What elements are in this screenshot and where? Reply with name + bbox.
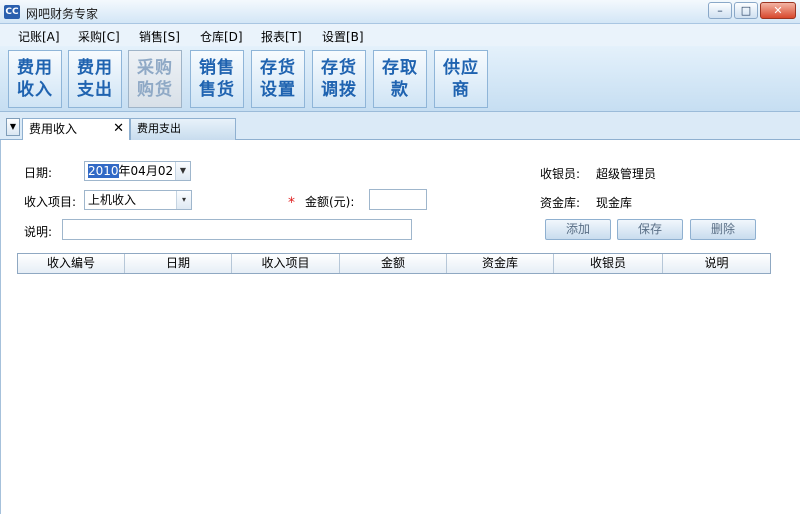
vault-label: 资金库: (540, 196, 581, 210)
tab-strip: ▼ 费用收入 ✕ 费用支出 (0, 112, 800, 141)
toolbar-supplier-button[interactable]: 供应 商 (434, 50, 488, 108)
content-panel: 日期: 2010年04月02日 ▼ 收入项目: 上机收入 ▾ * 金额(元): … (0, 140, 800, 514)
toolbar-label-line2: 商 (452, 80, 470, 100)
toolbar-label-line1: 存货 (321, 58, 357, 78)
minimize-button[interactable]: – (708, 2, 732, 19)
maximize-button[interactable]: □ (734, 2, 758, 19)
app-logo-icon: CC (4, 5, 20, 19)
column-header-amount[interactable]: 金额 (340, 254, 447, 273)
amount-label: 金额(元): (305, 195, 355, 209)
chevron-down-icon[interactable]: ▾ (176, 191, 191, 209)
tab-label: 费用收入 (29, 122, 78, 136)
column-header-cashier[interactable]: 收银员 (554, 254, 663, 273)
close-button[interactable]: ✕ (760, 2, 796, 19)
menu-item-reports[interactable]: 报表[T] (261, 28, 302, 45)
toolbar-label-line2: 售货 (199, 80, 235, 100)
window-controls: – □ ✕ (708, 2, 796, 19)
note-input[interactable] (62, 219, 412, 240)
menu-item-settings[interactable]: 设置[B] (322, 28, 364, 45)
toolbar-label-line1: 采购 (137, 58, 173, 78)
date-label: 日期: (24, 166, 53, 180)
cashier-label: 收银员: (540, 167, 581, 181)
income-item-value: 上机收入 (88, 193, 137, 207)
tab-expense-payout[interactable]: 费用支出 (130, 118, 236, 140)
income-item-select[interactable]: 上机收入 ▾ (84, 190, 192, 210)
chevron-down-icon[interactable]: ▼ (175, 162, 190, 180)
tab-label: 费用支出 (137, 122, 181, 135)
toolbar-label-line2: 调拨 (321, 80, 357, 100)
toolbar-label-line1: 存取 (382, 58, 418, 78)
column-header-income-item[interactable]: 收入项目 (232, 254, 340, 273)
toolbar-label-line1: 销售 (199, 58, 235, 78)
toolbar-label-line2: 购货 (137, 80, 173, 100)
records-table-header: 收入编号 日期 收入项目 金额 资金库 收银员 说明 (17, 253, 771, 274)
toolbar-label-line1: 存货 (260, 58, 296, 78)
toolbar-expense-income-button[interactable]: 费用 收入 (8, 50, 62, 108)
toolbar-label-line1: 费用 (77, 58, 113, 78)
menu-item-sales[interactable]: 销售[S] (139, 28, 180, 45)
save-button[interactable]: 保存 (617, 219, 683, 240)
window-title: 网吧财务专家 (26, 7, 99, 21)
amount-input[interactable] (369, 189, 427, 210)
toolbar-label-line2: 款 (391, 80, 409, 100)
title-bar: CC 网吧财务专家 – □ ✕ (0, 0, 800, 24)
column-header-vault[interactable]: 资金库 (447, 254, 554, 273)
toolbar-label-line2: 支出 (77, 80, 113, 100)
column-header-income-id[interactable]: 收入编号 (18, 254, 125, 273)
toolbar-label-line1: 费用 (17, 58, 53, 78)
add-button[interactable]: 添加 (545, 219, 611, 240)
date-year-segment[interactable]: 2010 (88, 164, 119, 178)
column-header-note[interactable]: 说明 (663, 254, 770, 273)
column-header-date[interactable]: 日期 (125, 254, 232, 273)
menu-item-accounting[interactable]: 记账[A] (18, 28, 60, 45)
toolbar-deposit-withdraw-button[interactable]: 存取 款 (373, 50, 427, 108)
required-mark: * (288, 195, 295, 211)
date-picker[interactable]: 2010年04月02日 ▼ (84, 161, 191, 181)
toolbar-purchase-button[interactable]: 采购 购货 (128, 50, 182, 108)
vault-value: 现金库 (596, 196, 633, 210)
toolbar-stock-transfer-button[interactable]: 存货 调拨 (312, 50, 366, 108)
menu-item-purchase[interactable]: 采购[C] (78, 28, 120, 45)
tab-expense-income[interactable]: 费用收入 ✕ (22, 118, 130, 141)
toolbar-label-line2: 设置 (260, 80, 296, 100)
toolbar-sales-button[interactable]: 销售 售货 (190, 50, 244, 108)
toolbar-expense-payout-button[interactable]: 费用 支出 (68, 50, 122, 108)
cashier-value: 超级管理员 (596, 167, 657, 181)
delete-button[interactable]: 删除 (690, 219, 756, 240)
toolbar: 费用 收入 费用 支出 采购 购货 销售 售货 存货 设置 存货 调拨 存取 款… (0, 46, 800, 112)
close-icon[interactable]: ✕ (113, 119, 124, 139)
income-item-label: 收入项目: (24, 195, 77, 209)
toolbar-stock-setup-button[interactable]: 存货 设置 (251, 50, 305, 108)
menu-bar: 记账[A] 采购[C] 销售[S] 仓库[D] 报表[T] 设置[B] (0, 24, 800, 46)
toolbar-label-line1: 供应 (443, 58, 479, 78)
note-label: 说明: (24, 225, 53, 239)
toolbar-label-line2: 收入 (17, 80, 53, 100)
tab-list-dropdown-icon[interactable]: ▼ (6, 118, 20, 136)
menu-item-warehouse[interactable]: 仓库[D] (200, 28, 243, 45)
